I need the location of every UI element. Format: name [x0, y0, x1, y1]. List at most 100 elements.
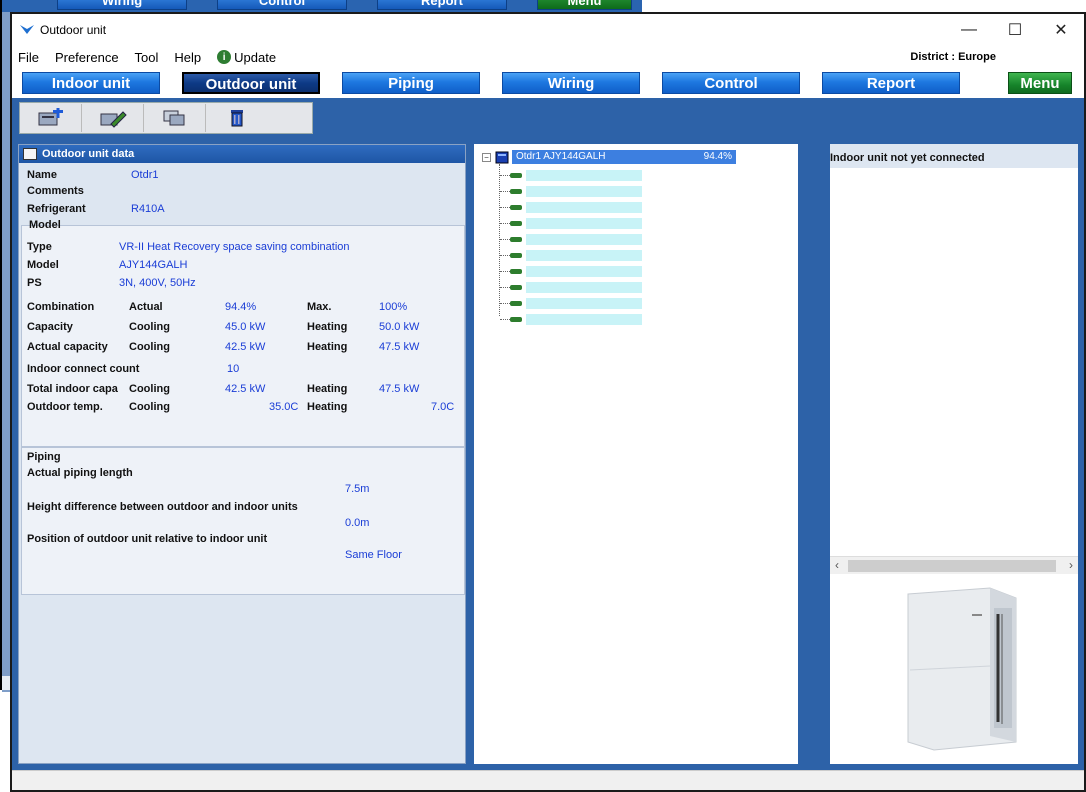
- maximize-button[interactable]: ☐: [992, 14, 1038, 46]
- edit-unit-icon: [100, 111, 127, 128]
- tree-child-label: [526, 313, 642, 325]
- ps-value: 3N, 400V, 50Hz: [119, 277, 196, 289]
- tree-child-item[interactable]: [500, 168, 642, 182]
- tree-branch: [500, 270, 510, 272]
- indoor-unit-node-icon: [510, 268, 522, 274]
- tree-branch: [500, 190, 510, 192]
- tab-control[interactable]: Control: [662, 72, 800, 94]
- add-unit-icon: [38, 108, 63, 126]
- tree-branch: [500, 254, 510, 256]
- tab-report[interactable]: Report: [822, 72, 960, 94]
- menu-tool[interactable]: Tool: [135, 50, 159, 65]
- background-control-button: Control: [217, 0, 347, 10]
- tree-child-item[interactable]: [500, 248, 642, 262]
- tree-child-label: [526, 185, 642, 197]
- piping-length-value: 7.5m: [345, 483, 370, 495]
- capacity-label: Capacity: [27, 321, 73, 333]
- tree-child-item[interactable]: [500, 216, 642, 230]
- delete-button[interactable]: [206, 104, 268, 132]
- tree-child-label: [526, 169, 642, 181]
- background-wiring-button: Wiring: [57, 0, 187, 10]
- tree-child-label: [526, 249, 642, 261]
- tree-child-item[interactable]: [500, 296, 642, 310]
- tree-child-item[interactable]: [500, 312, 642, 326]
- name-value[interactable]: Otdr1: [131, 169, 159, 181]
- district-label: District : Europe: [910, 51, 996, 63]
- scroll-right-icon[interactable]: ›: [1069, 558, 1073, 572]
- panel-header-icon: [23, 148, 37, 160]
- height-difference-label: Height difference between outdoor and in…: [27, 501, 298, 513]
- menu-help[interactable]: Help: [174, 50, 201, 65]
- toolbar: [19, 102, 313, 134]
- combination-max-label: Max.: [307, 301, 332, 313]
- indoor-unit-node-icon: [510, 316, 522, 322]
- tree-child-item[interactable]: [500, 232, 642, 246]
- actual-capacity-heating-value: 47.5 kW: [379, 341, 420, 353]
- tree-child-item[interactable]: [500, 184, 642, 198]
- refrigerant-value: R410A: [131, 203, 165, 215]
- tree-root-row[interactable]: − Otdr1 AJY144GALH 94.4%: [482, 150, 736, 164]
- delete-icon: [231, 110, 243, 127]
- actual-capacity-cooling-label: Cooling: [129, 341, 170, 353]
- tab-menu[interactable]: Menu: [1008, 72, 1072, 94]
- tab-outdoor-unit[interactable]: Outdoor unit: [182, 72, 320, 94]
- tree-root-selected[interactable]: Otdr1 AJY144GALH 94.4%: [512, 150, 736, 164]
- status-bar: [12, 770, 1084, 790]
- total-indoor-label: Total indoor capa: [27, 383, 118, 395]
- model-section-title: Model: [29, 219, 61, 231]
- horizontal-scrollbar[interactable]: ‹ ›: [830, 556, 1078, 574]
- outdoor-unit-picture-icon: [907, 587, 1017, 751]
- scroll-left-icon[interactable]: ‹: [835, 558, 839, 572]
- copy-unit-button[interactable]: [144, 104, 206, 132]
- actual-capacity-label: Actual capacity: [27, 341, 108, 353]
- tree-child-label: [526, 201, 642, 213]
- tab-wiring[interactable]: Wiring: [502, 72, 640, 94]
- tree-root-label: Otdr1 AJY144GALH: [516, 151, 606, 162]
- background-report-button: Report: [377, 0, 507, 10]
- model-value: AJY144GALH: [119, 259, 188, 271]
- close-button[interactable]: ✕: [1038, 14, 1084, 46]
- model-label: Model: [27, 259, 59, 271]
- capacity-heating-label: Heating: [307, 321, 348, 333]
- tree-child-label: [526, 217, 642, 229]
- tree-branch: [500, 174, 510, 176]
- not-connected-list: [830, 168, 1078, 556]
- tree-branch: [500, 206, 510, 208]
- tree-child-item[interactable]: [500, 280, 642, 294]
- capacity-cooling-value: 45.0 kW: [225, 321, 266, 333]
- add-unit-button[interactable]: [20, 104, 82, 132]
- capacity-heating-value: 50.0 kW: [379, 321, 420, 333]
- tree-root-percent: 94.4%: [703, 151, 732, 162]
- outdoor-temp-heating-value: 7.0C: [431, 401, 455, 413]
- outdoor-unit-node-icon: [495, 151, 509, 164]
- refrigerant-label: Refrigerant: [27, 203, 86, 215]
- total-indoor-cooling-label: Cooling: [129, 383, 170, 395]
- name-label: Name: [27, 169, 57, 181]
- tab-indoor-unit[interactable]: Indoor unit: [22, 72, 160, 94]
- outdoor-temp-cooling-value: 35.0C: [269, 401, 299, 413]
- info-icon: i: [217, 50, 232, 64]
- nav-bar: Indoor unit Outdoor unit Piping Wiring C…: [12, 68, 1084, 98]
- height-difference-value: 0.0m: [345, 517, 370, 529]
- collapse-icon[interactable]: −: [482, 152, 491, 162]
- menu-preference[interactable]: Preference: [55, 50, 119, 65]
- menu-update[interactable]: i Update: [217, 50, 276, 65]
- menu-file[interactable]: File: [18, 50, 39, 65]
- content-area: Outdoor unit data Name Otdr1 Comments Re…: [12, 138, 1084, 770]
- type-value: VR-II Heat Recovery space saving combina…: [119, 241, 350, 253]
- tree-child-label: [526, 233, 642, 245]
- combination-actual-value: 94.4%: [225, 301, 257, 313]
- piping-length-label: Actual piping length: [27, 467, 133, 479]
- unit-tree-panel: − Otdr1 AJY144GALH 94.4%: [474, 144, 798, 764]
- tab-piping[interactable]: Piping: [342, 72, 480, 94]
- indoor-unit-node-icon: [510, 284, 522, 290]
- minimize-button[interactable]: —: [946, 14, 992, 46]
- indoor-not-connected-panel: Indoor unit not yet connected ‹ ›: [830, 144, 1078, 764]
- total-indoor-heating-value: 47.5 kW: [379, 383, 420, 395]
- tree-child-item[interactable]: [500, 264, 642, 278]
- outdoor-temp-label: Outdoor temp.: [27, 401, 103, 413]
- scroll-thumb[interactable]: [848, 560, 1056, 572]
- tree-child-item[interactable]: [500, 200, 642, 214]
- tree-child-label: [526, 265, 642, 277]
- edit-unit-button[interactable]: [82, 104, 144, 132]
